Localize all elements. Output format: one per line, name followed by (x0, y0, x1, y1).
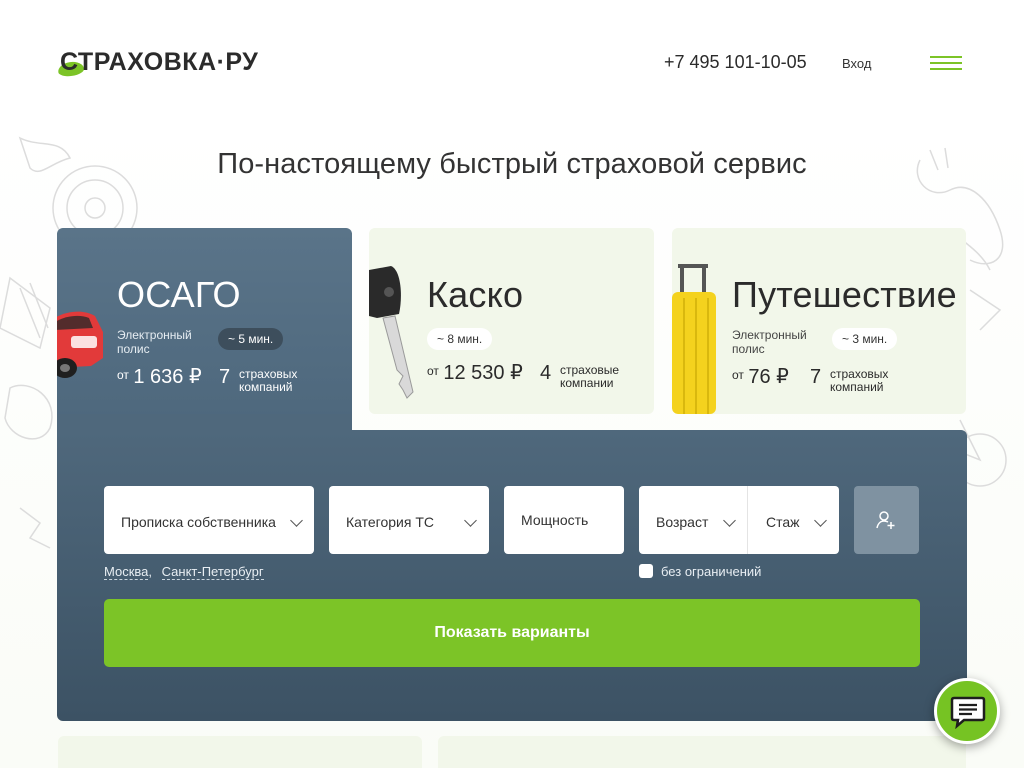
travel-companies-count: 7 (810, 366, 822, 388)
kasko-price-value: 12 530 ₽ (443, 362, 523, 384)
show-options-button[interactable]: Показать варианты (104, 599, 920, 667)
travel-price-prefix: от (732, 368, 744, 382)
menu-icon[interactable] (930, 56, 962, 70)
no-limit-label: без ограничений (661, 564, 762, 579)
travel-subtitle: Электронный полис (732, 328, 807, 356)
product-card-osago[interactable]: ОСАГО Электронный полис ~ 5 мин. от 1 63… (57, 228, 352, 438)
osago-companies-count: 7 (219, 366, 231, 388)
kasko-price: от 12 530 ₽ (427, 360, 523, 385)
chevron-down-icon (290, 514, 303, 527)
travel-time-badge: ~ 3 мин. (832, 328, 898, 350)
driver-age-experience-group: Возраст Стаж (639, 486, 839, 554)
experience-label: Стаж (766, 514, 800, 530)
travel-price: от 76 ₽ (732, 364, 789, 389)
osago-price-prefix: от (117, 368, 129, 382)
car-key-icon (369, 266, 414, 399)
kasko-companies-count: 4 (540, 362, 552, 384)
chevron-down-icon (464, 514, 477, 527)
chat-icon (950, 696, 986, 729)
suitcase-icon (672, 264, 716, 414)
product-card-kasko[interactable]: Каско ~ 8 мин. от 12 530 ₽ 4 страховые к… (369, 228, 654, 414)
city-link-moscow[interactable]: Москва (104, 564, 149, 580)
chevron-down-icon (814, 514, 827, 527)
vehicle-category-select[interactable]: Категория ТС (329, 486, 489, 554)
osago-time-badge: ~ 5 мин. (218, 328, 284, 350)
kasko-time-badge: ~ 8 мин. (427, 328, 493, 350)
travel-title: Путешествие (732, 274, 957, 315)
site-header: СТРАХОВКА·РУ +7 495 101-10-05 Вход (0, 0, 1024, 120)
quick-city-links: Москва, Санкт-Петербург (104, 564, 264, 580)
travel-price-value: 76 ₽ (748, 366, 789, 388)
registration-label: Прописка собственника (121, 514, 276, 530)
city-link-spb[interactable]: Санкт-Петербург (161, 564, 264, 580)
kasko-price-prefix: от (427, 364, 439, 378)
logo-text: СТРАХОВКА·РУ (60, 48, 259, 76)
no-limit-checkbox[interactable] (639, 564, 653, 578)
page-headline: По-настоящему быстрый страховой сервис (217, 148, 807, 180)
product-card-travel[interactable]: Путешествие Электронный полис ~ 3 мин. о… (672, 228, 966, 414)
add-driver-button[interactable] (854, 486, 919, 554)
osago-title: ОСАГО (117, 274, 241, 315)
city-separator: , (148, 564, 153, 579)
site-logo[interactable]: СТРАХОВКА·РУ (57, 48, 288, 82)
registration-select[interactable]: Прописка собственника (104, 486, 314, 554)
chevron-down-icon (723, 514, 736, 527)
power-input[interactable] (504, 486, 624, 554)
kasko-title: Каско (427, 274, 524, 315)
phone-number[interactable]: +7 495 101-10-05 (664, 52, 807, 73)
osago-price-value: 1 636 ₽ (133, 366, 202, 388)
osago-subtitle: Электронный полис (117, 328, 192, 356)
osago-companies-label: страховых компаний (239, 367, 298, 394)
add-user-icon (876, 511, 895, 529)
login-link[interactable]: Вход (842, 56, 871, 71)
kasko-companies-label: страховые компании (560, 363, 620, 390)
car-illustration-icon (57, 311, 103, 378)
chat-button[interactable] (934, 678, 1000, 744)
osago-price: от 1 636 ₽ (117, 364, 202, 389)
lower-card-right (438, 736, 966, 768)
age-label: Возраст (656, 514, 709, 530)
age-select[interactable]: Возраст (639, 486, 748, 554)
lower-card-left (58, 736, 422, 768)
power-field[interactable] (504, 486, 624, 554)
experience-select[interactable]: Стаж (748, 486, 839, 554)
travel-companies-label: страховых компаний (830, 367, 889, 394)
category-label: Категория ТС (346, 514, 434, 530)
